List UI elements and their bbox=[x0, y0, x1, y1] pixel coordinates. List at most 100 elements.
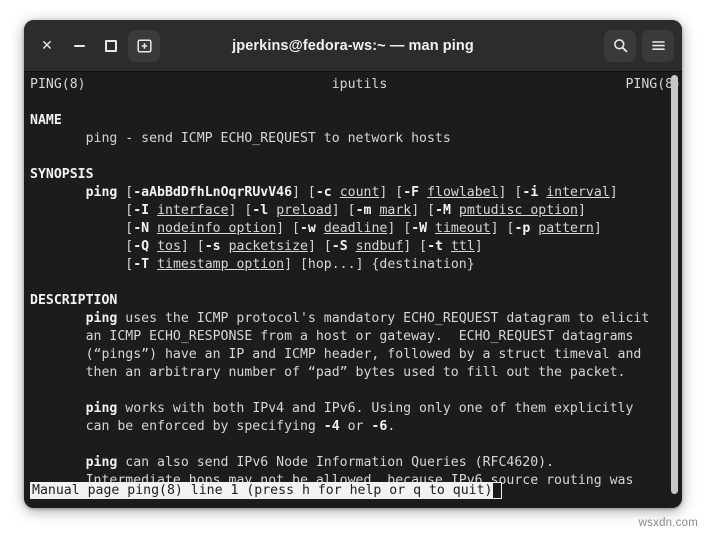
terminal-underlined-text: packetsize bbox=[228, 239, 308, 254]
terminal-underlined-text: interface bbox=[157, 203, 229, 218]
titlebar-left-controls: ✕ bbox=[32, 29, 160, 62]
terminal-text: ] [ bbox=[490, 221, 515, 236]
pager-status-bar: Manual page ping(8) line 1 (press h for … bbox=[30, 482, 502, 499]
terminal-bold-text: -W bbox=[411, 221, 428, 236]
search-icon bbox=[612, 37, 629, 54]
terminal-line: DESCRIPTION bbox=[24, 292, 682, 310]
terminal-text: ] [ bbox=[307, 239, 332, 254]
terminal-underlined-text: flowlabel bbox=[427, 185, 499, 200]
terminal-text: works with both IPv4 and IPv6. Using onl… bbox=[117, 401, 634, 416]
terminal-text: ] [hop...] {destination} bbox=[284, 257, 475, 272]
terminal-text: [ bbox=[30, 221, 134, 236]
terminal-bold-text: -F bbox=[403, 185, 420, 200]
terminal-text: . bbox=[387, 419, 396, 434]
terminal-bold-text: -t bbox=[427, 239, 443, 254]
terminal-underlined-text: tos bbox=[157, 239, 181, 254]
terminal-line: ping - send ICMP ECHO_REQUEST to network… bbox=[24, 130, 682, 148]
terminal-text: [ bbox=[30, 203, 134, 218]
terminal-text: PING(8) iputils PING(8) bbox=[30, 77, 682, 92]
terminal-text: ] [ bbox=[292, 185, 316, 200]
terminal-line: ping can also send IPv6 Node Information… bbox=[24, 454, 682, 472]
maximize-icon bbox=[105, 39, 117, 52]
terminal-text: [ bbox=[117, 185, 134, 200]
terminal-underlined-text: deadline bbox=[323, 221, 388, 236]
terminal-bold-text: ping bbox=[85, 311, 118, 326]
terminal-bold-text: -i bbox=[522, 185, 539, 200]
terminal-bold-text: SYNOPSIS bbox=[30, 167, 94, 182]
new-terminal-button[interactable] bbox=[128, 29, 160, 62]
terminal-text: ] [ bbox=[276, 221, 300, 236]
terminal-bold-text: DESCRIPTION bbox=[30, 293, 118, 308]
terminal-bold-text: -m bbox=[355, 203, 372, 218]
main-menu-button[interactable] bbox=[642, 29, 674, 62]
terminal-underlined-text: pmtudisc option bbox=[458, 203, 578, 218]
titlebar-right-controls bbox=[604, 29, 674, 62]
terminal-underlined-text: ttl bbox=[450, 239, 475, 254]
terminal-text: [ bbox=[30, 239, 134, 254]
terminal-bold-text: -c bbox=[315, 185, 332, 200]
terminal-line: [-I interface] [-l preload] [-m mark] [-… bbox=[24, 202, 682, 220]
terminal-scrollbar-thumb[interactable] bbox=[671, 75, 678, 495]
text-cursor bbox=[492, 483, 501, 498]
terminal-scrollbar[interactable] bbox=[670, 74, 679, 506]
terminal-body[interactable]: PING(8) iputils PING(8) NAME ping - send… bbox=[24, 72, 682, 508]
pager-status-text: Manual page ping(8) line 1 (press h for … bbox=[32, 483, 493, 498]
terminal-line: can be enforced by specifying -4 or -6. bbox=[24, 418, 682, 436]
hamburger-menu-icon bbox=[650, 37, 667, 54]
man-page-content: PING(8) iputils PING(8) NAME ping - send… bbox=[24, 72, 682, 508]
terminal-line: [-Q tos] [-s packetsize] [-S sndbuf] [-t… bbox=[24, 238, 682, 256]
terminal-text: ] bbox=[593, 221, 602, 236]
terminal-bold-text: -s bbox=[204, 239, 221, 254]
terminal-line: NAME bbox=[24, 112, 682, 130]
terminal-bold-text: -4 bbox=[323, 419, 340, 434]
terminal-bold-text: -aAbBdDfhLnOqrRUvV46 bbox=[133, 185, 293, 200]
watermark: wsxdn.com bbox=[638, 517, 698, 529]
search-button[interactable] bbox=[604, 29, 636, 62]
terminal-text: an ICMP ECHO_RESPONSE from a host or gat… bbox=[30, 329, 634, 344]
terminal-text: ping - send ICMP ECHO_REQUEST to network… bbox=[30, 131, 451, 146]
terminal-text: ] bbox=[474, 239, 483, 254]
terminal-underlined-text: timestamp option bbox=[157, 257, 285, 272]
terminal-line: (“pings”) have an IP and ICMP header, fo… bbox=[24, 346, 682, 364]
terminal-underlined-text: preload bbox=[276, 203, 332, 218]
terminal-line: then an arbitrary number of “pad” bytes … bbox=[24, 364, 682, 382]
terminal-text: ] [ bbox=[387, 221, 412, 236]
terminal-text: ] [ bbox=[228, 203, 253, 218]
terminal-text: ] [ bbox=[403, 239, 428, 254]
terminal-bold-text: NAME bbox=[30, 113, 62, 128]
terminal-bold-text: ping bbox=[85, 185, 118, 200]
terminal-bold-text: -l bbox=[252, 203, 269, 218]
terminal-line: ping uses the ICMP protocol's mandatory … bbox=[24, 310, 682, 328]
maximize-window-button[interactable] bbox=[96, 31, 126, 61]
terminal-bold-text: -6 bbox=[371, 419, 388, 434]
close-window-button[interactable]: ✕ bbox=[32, 31, 62, 61]
terminal-text: can also send IPv6 Node Information Quer… bbox=[117, 455, 555, 470]
terminal-underlined-text: count bbox=[339, 185, 380, 200]
minimize-icon bbox=[73, 44, 85, 47]
minimize-window-button[interactable] bbox=[64, 31, 94, 61]
terminal-bold-text: -M bbox=[435, 203, 451, 218]
terminal-line: ping [-aAbBdDfhLnOqrRUvV46] [-c count] [… bbox=[24, 184, 682, 202]
terminal-line: [-N nodeinfo option] [-w deadline] [-W t… bbox=[24, 220, 682, 238]
terminal-text: then an arbitrary number of “pad” bytes … bbox=[30, 365, 626, 380]
terminal-text: ] [ bbox=[331, 203, 356, 218]
close-icon: ✕ bbox=[41, 37, 53, 54]
terminal-underlined-text: timeout bbox=[435, 221, 491, 236]
terminal-bold-text: -N bbox=[133, 221, 150, 236]
terminal-line: SYNOPSIS bbox=[24, 166, 682, 184]
terminal-underlined-text: nodeinfo option bbox=[157, 221, 277, 236]
window-title-bar[interactable]: ✕ jperkins@fedora-ws:~ — man ping bbox=[24, 20, 682, 72]
